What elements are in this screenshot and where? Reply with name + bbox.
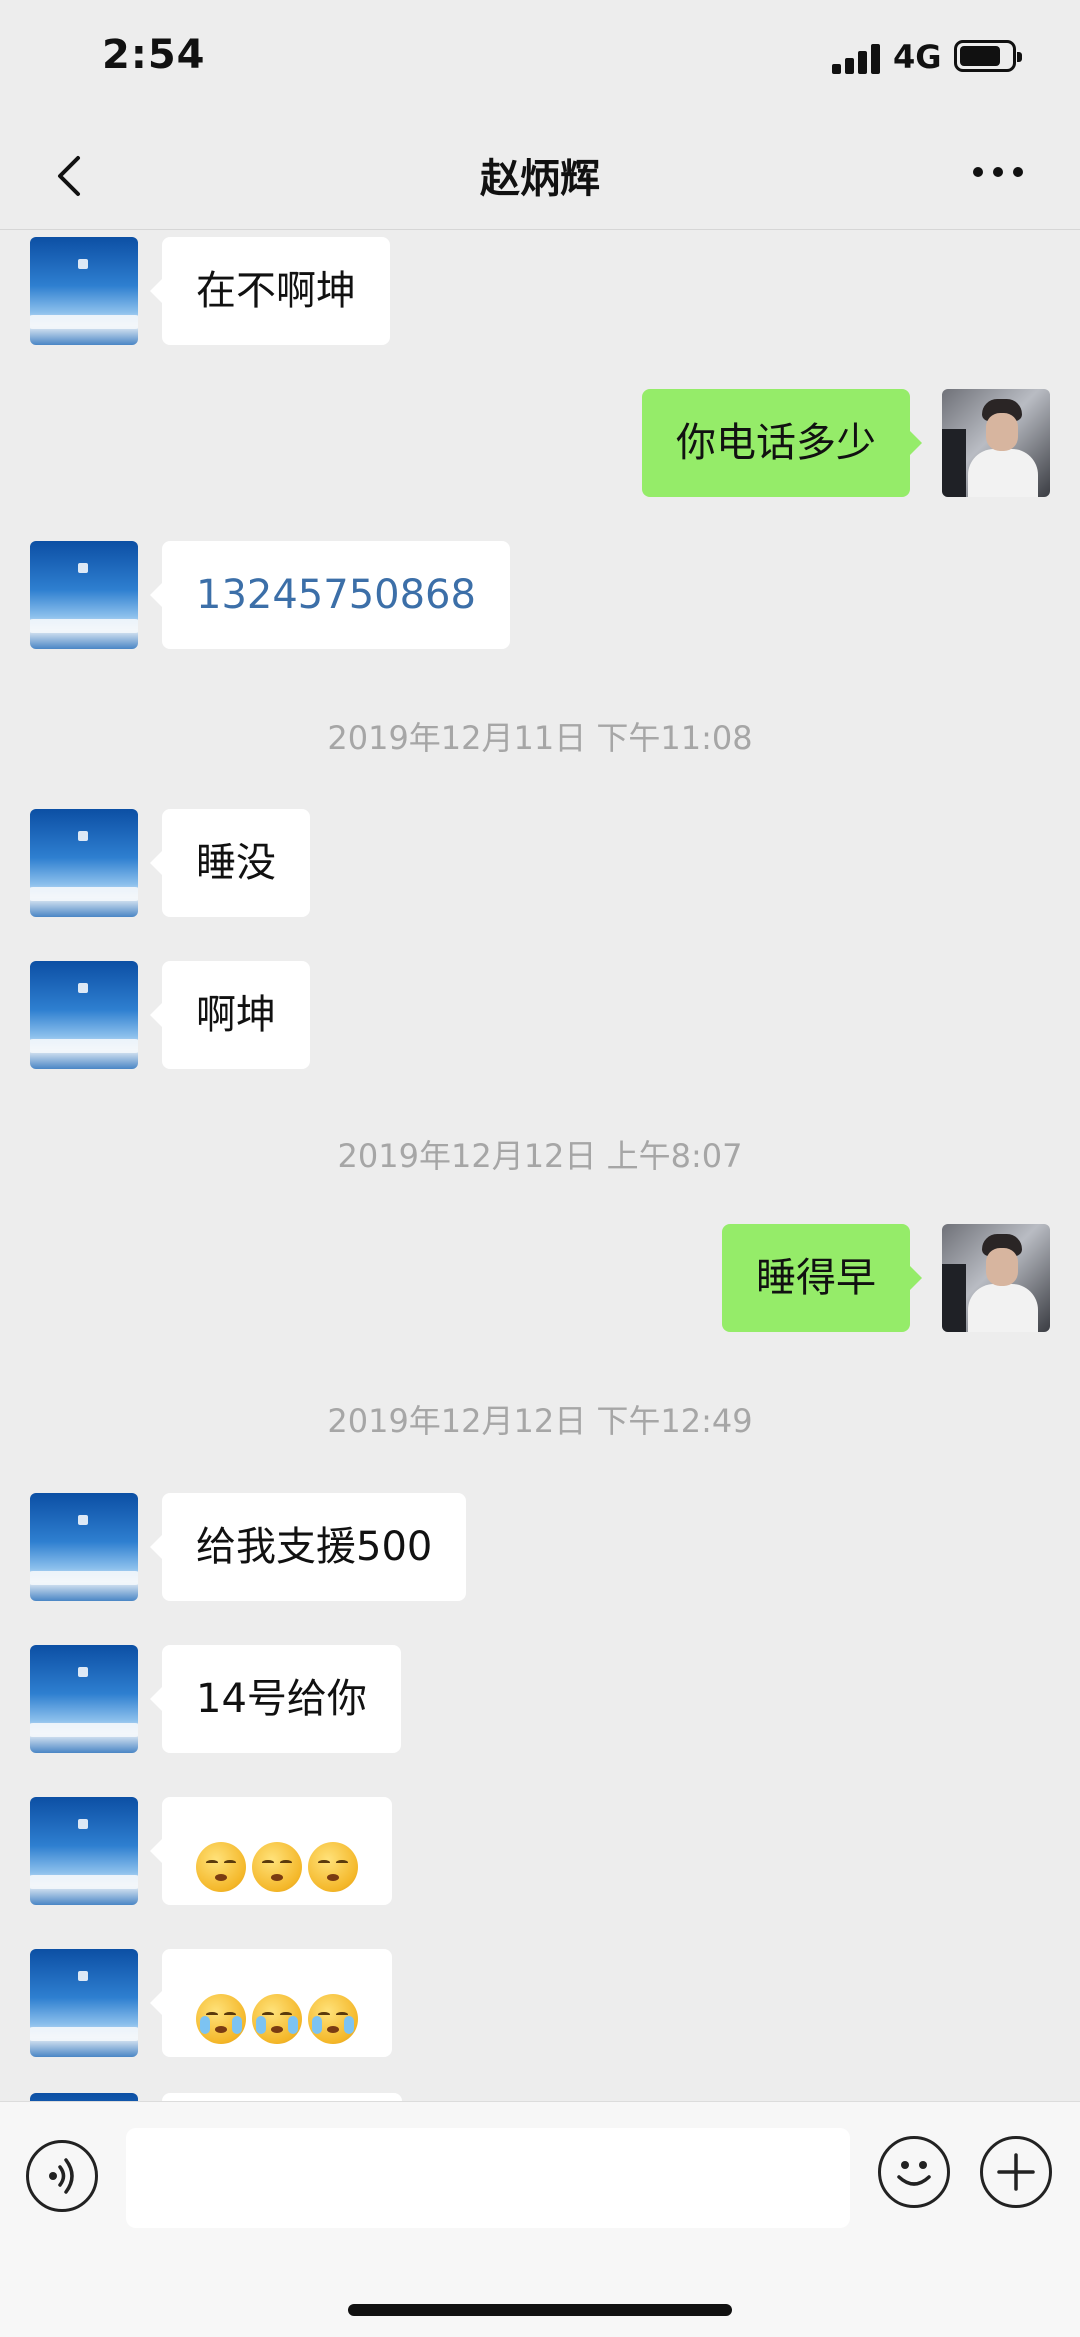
avatar[interactable] xyxy=(30,1493,138,1601)
message-bubble-partial[interactable] xyxy=(162,2093,402,2101)
home-indicator[interactable] xyxy=(348,2304,732,2316)
message-row xyxy=(0,1797,1080,1907)
avatar[interactable] xyxy=(30,541,138,649)
avatar[interactable] xyxy=(30,1797,138,1905)
avatar[interactable] xyxy=(942,1224,1050,1332)
avatar[interactable] xyxy=(30,237,138,345)
avatar[interactable] xyxy=(30,961,138,1069)
timestamp: 2019年12月12日 下午12:49 xyxy=(327,1402,753,1440)
nav-bar: 赵炳辉 xyxy=(0,120,1080,230)
message-row xyxy=(0,1949,1080,2059)
message-row: 睡没 xyxy=(0,809,1080,919)
status-bar: 2:54 4G xyxy=(0,0,1080,120)
message-row: 给我支援500 xyxy=(0,1493,1080,1603)
message-bubble[interactable]: 给我支援500 xyxy=(149,1493,467,1601)
voice-icon xyxy=(49,2158,74,2194)
message-row-partial xyxy=(0,2093,1080,2101)
loudly-crying-face-emoji-icon xyxy=(308,1994,358,2044)
kissing-face-emoji-icon xyxy=(196,1842,246,1892)
message-bubble[interactable]: 啊坤 xyxy=(150,961,310,1069)
input-bar xyxy=(0,2101,1080,2337)
emoji-button[interactable] xyxy=(878,2136,950,2208)
message-input[interactable] xyxy=(126,2128,850,2228)
message-row: 啊坤 xyxy=(0,961,1080,1071)
plus-button[interactable] xyxy=(980,2136,1052,2208)
avatar[interactable] xyxy=(942,389,1050,497)
message-bubble[interactable]: 你电话多少 xyxy=(642,389,922,497)
avatar[interactable] xyxy=(30,1949,138,2057)
message-bubble[interactable]: 睡没 xyxy=(150,809,310,917)
message-row: 你电话多少 xyxy=(0,389,1080,499)
avatar[interactable] xyxy=(30,2093,138,2101)
message-bubble[interactable]: 14号给你 xyxy=(150,1645,401,1753)
avatar[interactable] xyxy=(30,809,138,917)
loudly-crying-face-emoji-icon xyxy=(196,1994,246,2044)
emoji-bubble[interactable] xyxy=(150,1797,392,1905)
network-label: 4G xyxy=(893,38,942,76)
kissing-face-emoji-icon xyxy=(252,1842,302,1892)
loudly-crying-face-emoji-icon xyxy=(252,1994,302,2044)
message-row: 13245750868 xyxy=(0,541,1080,651)
message-bubble[interactable]: 在不啊坤 xyxy=(150,237,390,345)
battery-icon xyxy=(954,40,1022,72)
voice-button[interactable] xyxy=(26,2140,98,2212)
more-dots-icon[interactable] xyxy=(968,152,1028,192)
message-bubble[interactable]: 睡得早 xyxy=(722,1224,922,1332)
timestamp: 2019年12月11日 下午11:08 xyxy=(327,719,753,757)
signal-icon xyxy=(832,42,882,74)
chat-title: 赵炳辉 xyxy=(480,156,600,202)
message-row: 睡得早 xyxy=(0,1224,1080,1334)
emoji-bubble[interactable] xyxy=(150,1949,392,2057)
avatar[interactable] xyxy=(30,1645,138,1753)
smiley-icon xyxy=(897,2161,931,2186)
kissing-face-emoji-icon xyxy=(308,1842,358,1892)
message-list[interactable]: 在不啊坤 你电话多少 13245750868 2019年12月11日 下午11:… xyxy=(0,231,1080,2101)
status-time: 2:54 xyxy=(102,32,206,78)
plus-icon xyxy=(997,2153,1035,2191)
timestamp: 2019年12月12日 上午8:07 xyxy=(337,1137,743,1175)
message-row: 14号给你 xyxy=(0,1645,1080,1755)
phone-number-link[interactable]: 13245750868 xyxy=(150,541,510,649)
message-row: 在不啊坤 xyxy=(0,237,1080,347)
